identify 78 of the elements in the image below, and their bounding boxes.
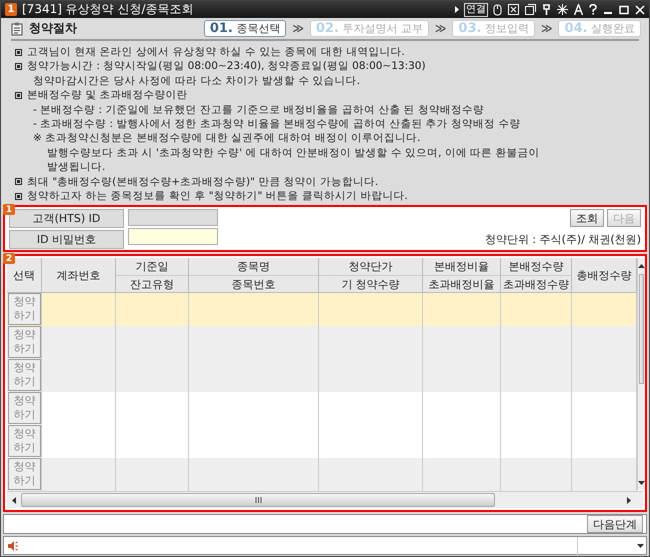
column-header: 청약단가 (348, 259, 394, 275)
subscribe-button[interactable]: 청약 하기 (8, 458, 41, 490)
dropdown-field[interactable] (577, 536, 646, 555)
bullet-icon (15, 63, 22, 70)
table-row[interactable]: 청약 하기 (7, 326, 637, 360)
column-header: 본배정비율 (433, 259, 490, 275)
maximize-icon[interactable] (619, 4, 629, 14)
step-separator: ≫ (434, 22, 446, 35)
column-header: 본배정수량 (508, 259, 564, 275)
step-tab[interactable]: 03. 정보입력 (452, 20, 535, 37)
step-tab[interactable]: 04. 실행완료 (558, 20, 641, 37)
bullet-icon (15, 48, 22, 56)
arrow-icon[interactable] (624, 496, 632, 504)
query-button[interactable]: 조회 (570, 209, 604, 228)
bullet-icon (15, 192, 22, 200)
subscribe-button[interactable]: 청약 하기 (8, 392, 41, 424)
window-title: [7341] 유상청약 신청/종목조회 (22, 1, 195, 18)
section-title: 청약절차 (29, 20, 78, 37)
speaker-icon (8, 540, 18, 551)
notice-text: 청약하고자 하는 종목정보를 확인 후 "청약하기" 버튼을 클릭하시기 바랍니다. (27, 189, 408, 204)
grip-icon (254, 497, 262, 504)
subscribe-button[interactable]: 청약 하기 (8, 359, 41, 392)
bullet-icon (15, 178, 22, 186)
notice-text: 본배정수량 및 초과배정수량이란 (27, 88, 188, 103)
subscribe-button[interactable]: 청약 하기 (8, 293, 41, 326)
unit-note: 청약단위 : 주식(주)/ 채권(천원) (484, 232, 641, 248)
column-header: 선택 (12, 268, 36, 284)
field-label: ID 비밀번호 (9, 230, 124, 250)
column-header: 종목명 (236, 259, 271, 275)
vertical-scrollbar[interactable] (637, 258, 645, 490)
column-header: 총배정수량 (576, 268, 632, 284)
subscribe-button[interactable]: 청약 하기 (8, 326, 41, 358)
step-tab[interactable]: 02. 투자설명서 교부 (310, 20, 429, 37)
notice-text: - 본배정수량 : 기준일에 보유했던 잔고를 기준으로 배정비율을 곱하여 산출 된 청약배정수량 (33, 102, 484, 118)
table-row[interactable]: 청약 하기 (7, 425, 637, 458)
column-header: 계좌번호 (56, 268, 102, 284)
subscribe-button[interactable]: 청약 하기 (8, 425, 41, 458)
notice-text: - 초과배정수량 : 발행사에서 정한 초과청약 비율을 본배정수량에 곱하여 산출된 추가 청약배정 수량 (33, 117, 520, 132)
link-button[interactable]: 연결 (464, 2, 488, 16)
notice-text: 청약마감시간은 당사 사정에 따라 다소 차이가 발생할 수 있습니다. (33, 74, 360, 88)
caret-icon[interactable] (637, 542, 644, 550)
next-step-button[interactable]: 다음단계 (587, 515, 643, 534)
password-field[interactable] (128, 228, 218, 246)
clipboard-icon (11, 22, 23, 36)
notice-text: 발생됩니다. (47, 160, 106, 175)
step-separator: ≫ (292, 22, 304, 35)
font-icon[interactable] (574, 4, 583, 15)
notice-text: ※ 초과청약신청분은 본배정수량에 대한 실권주에 대하여 배정이 이루어집니다. (33, 131, 420, 146)
close-icon[interactable] (635, 4, 645, 14)
notice-text: 발행수량보다 초과 시 '초과청약한 수량' 에 대하여 안분배정이 발생할 수 있으며, 이에 따른 환불금이 (47, 146, 540, 160)
sparkle-icon[interactable] (557, 4, 568, 15)
table-row[interactable]: 청약 하기 (7, 392, 637, 426)
notice-text: 고객님이 현재 온라인 상에서 유상청약 하실 수 있는 종목에 대한 내역입니다. (27, 45, 405, 60)
window-badge: 1 (5, 3, 17, 16)
caret-icon (455, 6, 459, 13)
horizontal-scrollbar[interactable] (7, 491, 643, 508)
help-icon[interactable] (589, 4, 597, 15)
column-header: 초과배정수량 (501, 274, 571, 292)
close-box-icon[interactable] (508, 4, 519, 15)
pin-icon[interactable] (542, 4, 551, 15)
section-badge: 2 (3, 253, 15, 264)
section-badge: 1 (3, 204, 15, 216)
arrow-icon[interactable] (10, 496, 18, 504)
column-header: 기준일 (134, 259, 170, 275)
step-tab[interactable]: 01. 종목선택 (204, 20, 286, 37)
table-row[interactable]: 청약 하기 (7, 458, 637, 492)
window-icon[interactable] (525, 4, 536, 15)
step-separator: ≫ (540, 22, 552, 35)
bullet-icon (15, 92, 22, 99)
column-header: 기 청약수량 (319, 274, 422, 292)
notice-text: 청약가능시간 : 청약시작일(평일 08:00~23:40), 청약종료일(평일 08:00~13:30) (27, 59, 426, 74)
notice-text: 최대 "총배정수량(본배정수량+초과배정수량)" 만큼 청약이 가능합니다. (27, 174, 378, 190)
column-header: 종목번호 (189, 274, 318, 292)
table-row[interactable]: 청약 하기 (7, 293, 637, 326)
table-row[interactable]: 청약 하기 (7, 359, 637, 392)
column-header: 초과배정비율 (423, 274, 500, 292)
column-header: 잔고유형 (116, 274, 188, 292)
mouse-icon[interactable] (493, 4, 502, 16)
